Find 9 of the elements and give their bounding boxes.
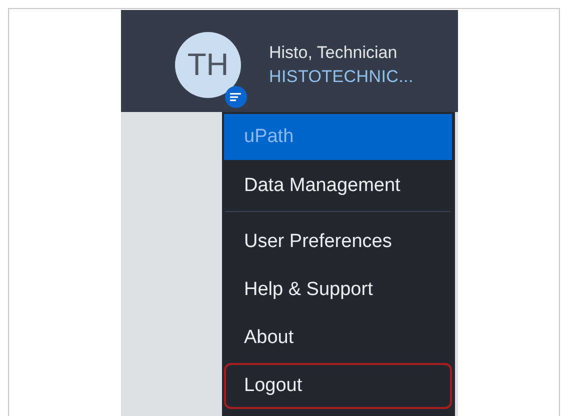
menu-item[interactable]: Logout <box>224 363 452 409</box>
menu-item[interactable]: User Preferences <box>224 219 452 265</box>
avatar[interactable]: TH <box>175 32 241 98</box>
menu-item[interactable]: Data Management <box>224 162 452 212</box>
menu-item[interactable]: Help & Support <box>224 267 452 313</box>
user-name: Histo, Technician <box>269 43 398 63</box>
menu-item[interactable]: About <box>224 315 452 361</box>
menu-badge-icon[interactable] <box>225 86 247 108</box>
user-role: HISTOTECHNIC... <box>269 67 414 87</box>
